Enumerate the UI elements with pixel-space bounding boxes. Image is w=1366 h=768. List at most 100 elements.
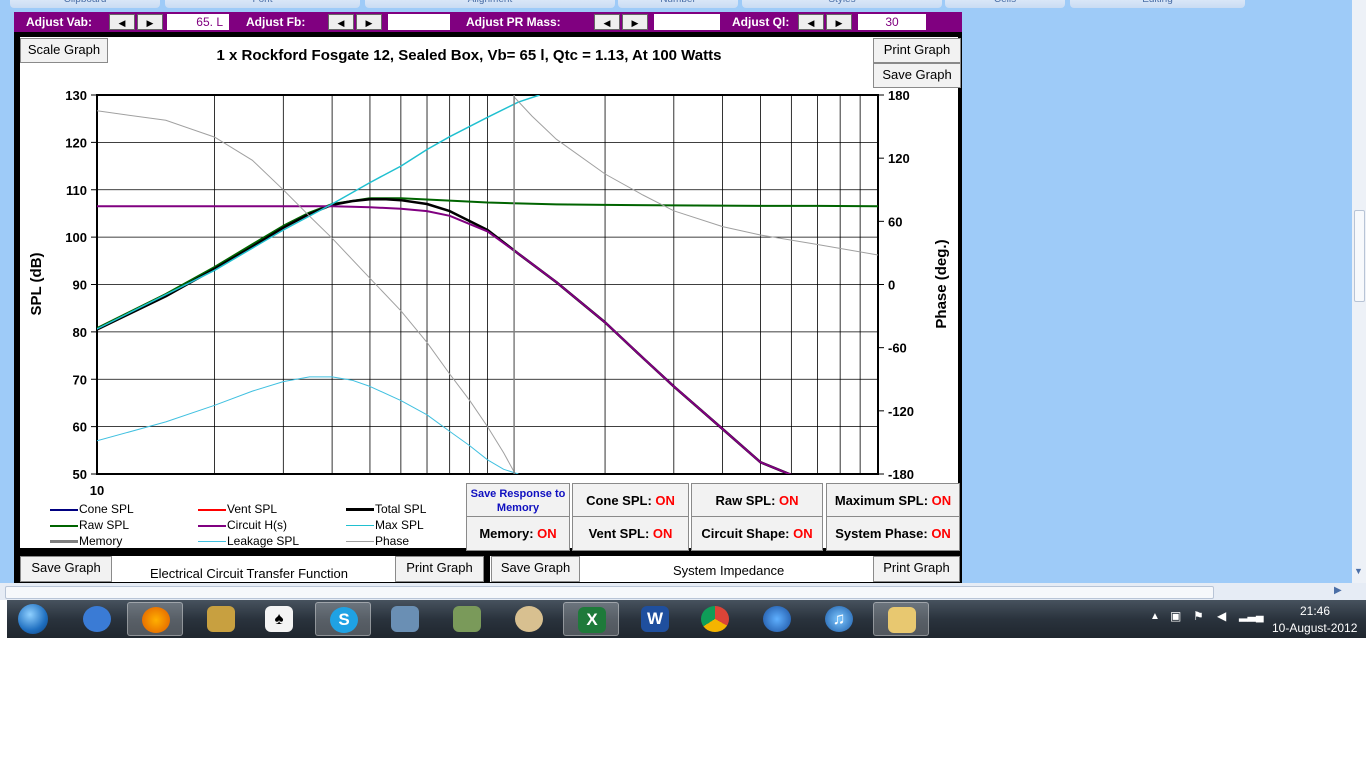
tick-labels: 50 60 70 80 90 100 110 120 130 -180 -120 -60 0 60 120 1… bbox=[65, 88, 914, 498]
volume-icon[interactable]: ◀ bbox=[1217, 609, 1226, 623]
vertical-scrollbar[interactable]: ▼ bbox=[1352, 0, 1366, 583]
ribbon-group-alignment[interactable]: Alignment bbox=[365, 0, 615, 8]
calculator-icon bbox=[391, 606, 419, 632]
y-tick-label: 80 bbox=[73, 325, 87, 340]
taskbar-firefox[interactable] bbox=[127, 602, 183, 636]
vab-increase-button[interactable]: ▶ bbox=[137, 14, 163, 30]
scroll-down-icon[interactable]: ▼ bbox=[1354, 566, 1363, 576]
windows-logo-icon bbox=[18, 604, 48, 634]
pr-mass-decrease-button[interactable]: ◀ bbox=[594, 14, 620, 30]
legend-swatch-phase bbox=[346, 541, 374, 542]
horizontal-scroll-thumb[interactable] bbox=[5, 586, 1214, 599]
ribbon-group-editing[interactable]: Editing bbox=[1070, 0, 1245, 8]
ql-decrease-button[interactable]: ◀ bbox=[798, 14, 824, 30]
show-hidden-icons[interactable]: ▲ bbox=[1150, 611, 1160, 622]
vent-spl-toggle[interactable]: Vent SPL: ON bbox=[572, 516, 689, 551]
word-icon: W bbox=[641, 606, 669, 632]
y-tick-label: 110 bbox=[66, 183, 87, 198]
legend-swatch-raw bbox=[50, 525, 78, 527]
taskbar-calculator[interactable] bbox=[377, 602, 433, 636]
skype-icon: S bbox=[330, 607, 358, 633]
y2-tick-label: 120 bbox=[888, 151, 910, 166]
taskbar-solitaire[interactable]: ♠ bbox=[251, 602, 307, 636]
memory-toggle[interactable]: Memory: ON bbox=[466, 516, 570, 551]
signal-strength-icon[interactable]: ▂▃▄ bbox=[1239, 609, 1264, 622]
save-electrical-graph-button[interactable]: Save Graph bbox=[20, 556, 112, 582]
print-electrical-graph-button[interactable]: Print Graph bbox=[395, 556, 484, 582]
maximum-spl-toggle-label: Maximum SPL: bbox=[834, 493, 929, 508]
series-line-max-spl bbox=[97, 95, 540, 330]
legend-swatch-total bbox=[346, 508, 374, 511]
horizontal-scrollbar[interactable]: ▶ bbox=[0, 583, 1366, 600]
legend-memory: Memory bbox=[79, 534, 123, 548]
system-phase-state: ON bbox=[931, 526, 951, 541]
taskbar-skype[interactable]: S bbox=[315, 602, 371, 636]
king-card-icon bbox=[207, 606, 235, 632]
ql-increase-button[interactable]: ▶ bbox=[826, 14, 852, 30]
taskbar-paint[interactable] bbox=[501, 602, 557, 636]
cone-spl-toggle[interactable]: Cone SPL: ON bbox=[572, 483, 689, 518]
system-phase-toggle-label: System Phase: bbox=[835, 526, 928, 541]
fb-decrease-button[interactable]: ◀ bbox=[328, 14, 354, 30]
electrical-circuit-title: Electrical Circuit Transfer Function bbox=[150, 566, 348, 581]
circuit-shape-toggle-label: Circuit Shape: bbox=[701, 526, 790, 541]
fb-increase-button[interactable]: ▶ bbox=[356, 14, 382, 30]
vab-value-field[interactable]: 65. L bbox=[167, 14, 229, 30]
y-tick-label: 100 bbox=[65, 230, 87, 245]
y2-tick-label: -180 bbox=[888, 467, 914, 482]
thunderbird-icon bbox=[83, 606, 111, 632]
fb-value-field[interactable] bbox=[388, 14, 450, 30]
ribbon-group-number[interactable]: Number bbox=[618, 0, 738, 8]
legend-swatch-circuit bbox=[198, 525, 226, 527]
taskbar-explorer[interactable] bbox=[873, 602, 929, 636]
system-phase-toggle[interactable]: System Phase: ON bbox=[826, 516, 960, 551]
y-tick-label: 70 bbox=[73, 372, 87, 387]
memory-toggle-label: Memory: bbox=[479, 526, 534, 541]
save-response-to-memory-button[interactable]: Save Response to Memory bbox=[466, 483, 570, 518]
taskbar-word[interactable]: W bbox=[627, 602, 683, 636]
legend-swatch-memory bbox=[50, 540, 78, 543]
maximum-spl-toggle[interactable]: Maximum SPL: ON bbox=[826, 483, 960, 518]
taskbar-itunes[interactable]: ♫ bbox=[811, 602, 867, 636]
excel-icon: X bbox=[578, 607, 606, 633]
pr-mass-value-field[interactable] bbox=[654, 14, 720, 30]
clock-time[interactable]: 21:46 bbox=[1300, 604, 1330, 618]
card-icon: ♠ bbox=[265, 606, 293, 632]
vab-decrease-button[interactable]: ◀ bbox=[109, 14, 135, 30]
ribbon-group-clipboard[interactable]: Clipboard bbox=[10, 0, 160, 8]
ribbon-group-font[interactable]: Font bbox=[165, 0, 360, 8]
taskbar-solitaire-king[interactable] bbox=[193, 602, 249, 636]
taskbar-thunderbird[interactable] bbox=[69, 602, 125, 636]
network-device-icon[interactable]: ▣ bbox=[1170, 609, 1181, 623]
clock-date[interactable]: 10-August-2012 bbox=[1272, 621, 1357, 635]
firefox-icon bbox=[142, 607, 170, 633]
y-tick-label: 60 bbox=[73, 420, 87, 435]
legend-swatch-cone bbox=[50, 509, 78, 511]
pr-mass-increase-button[interactable]: ▶ bbox=[622, 14, 648, 30]
y-tick-label: 120 bbox=[65, 135, 87, 150]
legend-swatch-vent bbox=[198, 509, 226, 511]
y2-tick-label: 0 bbox=[888, 278, 895, 293]
legend-raw-spl: Raw SPL bbox=[79, 518, 130, 532]
taskbar-camera[interactable] bbox=[439, 602, 495, 636]
action-center-flag-icon[interactable]: ⚑ bbox=[1193, 609, 1204, 623]
circuit-shape-toggle[interactable]: Circuit Shape: ON bbox=[691, 516, 823, 551]
y2-tick-label: 60 bbox=[888, 214, 902, 229]
maximum-spl-state: ON bbox=[931, 493, 952, 508]
scroll-right-icon[interactable]: ▶ bbox=[1334, 585, 1342, 596]
ql-value-field[interactable]: 30 bbox=[858, 14, 926, 30]
taskbar-google-earth[interactable] bbox=[749, 602, 805, 636]
taskbar-excel[interactable]: X bbox=[563, 602, 619, 636]
ribbon-group-cells[interactable]: Cells bbox=[945, 0, 1065, 8]
raw-spl-toggle[interactable]: Raw SPL: ON bbox=[691, 483, 823, 518]
vent-spl-toggle-label: Vent SPL: bbox=[588, 526, 650, 541]
print-impedance-graph-button[interactable]: Print Graph bbox=[873, 556, 960, 582]
system-impedance-title: System Impedance bbox=[673, 563, 785, 578]
ribbon-group-styles[interactable]: Styles bbox=[742, 0, 942, 8]
cone-spl-state: ON bbox=[655, 493, 675, 508]
save-impedance-graph-button[interactable]: Save Graph bbox=[491, 556, 580, 582]
start-button[interactable] bbox=[9, 602, 61, 636]
y2-axis-label: Phase (deg.) bbox=[933, 239, 950, 328]
taskbar-chrome[interactable] bbox=[687, 602, 743, 636]
vertical-scroll-thumb[interactable] bbox=[1354, 210, 1365, 302]
